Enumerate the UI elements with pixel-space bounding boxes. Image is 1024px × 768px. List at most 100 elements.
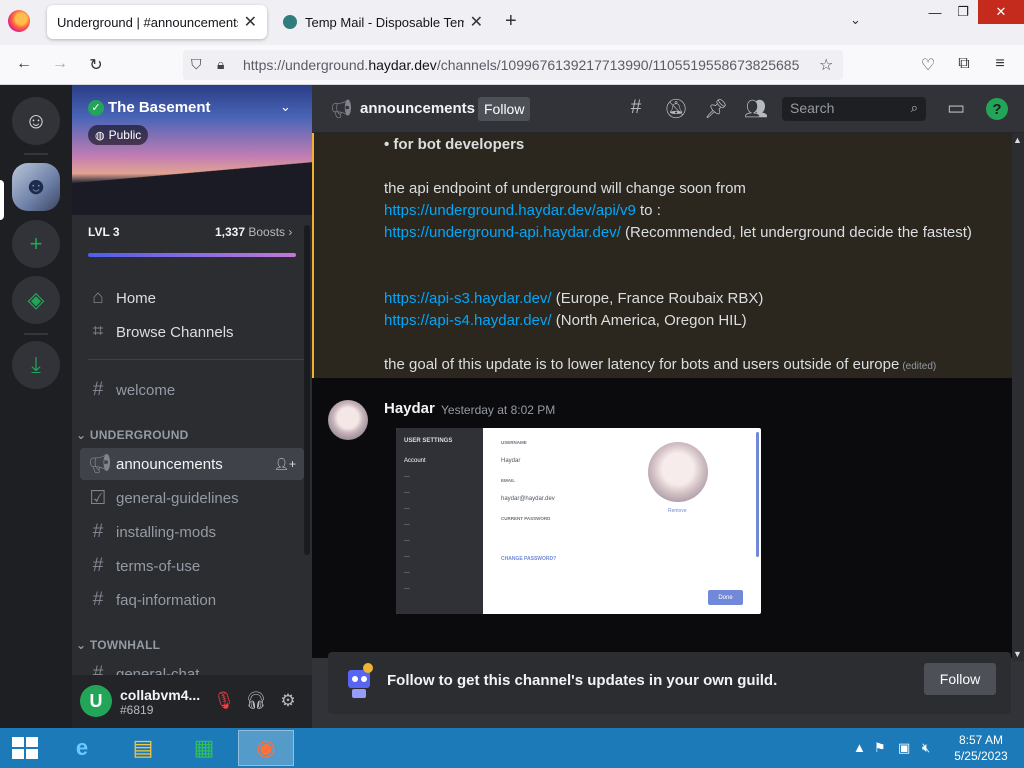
separator (24, 333, 48, 335)
follow-channel-prompt: Follow to get this channel's updates in … (328, 652, 1011, 714)
selected-indicator (0, 180, 4, 220)
firefox-taskbar-icon[interactable]: ◉ (238, 730, 294, 766)
scroll-down-icon[interactable]: ▼ (1013, 649, 1022, 659)
tab-title: Underground | #announcements | T (57, 14, 238, 30)
message-haydar: Haydar Yesterday at 8:02 PM USER SETTING… (312, 378, 1012, 658)
window-close-button[interactable]: ✕ (978, 0, 1024, 24)
browse-channels-icon: ⌗ (92, 321, 104, 342)
network-icon[interactable]: ▣ (898, 740, 910, 756)
system-clock[interactable]: 8:57 AM 5/25/2023 (946, 732, 1016, 764)
back-icon[interactable]: ← (14, 55, 34, 73)
channel-faq-information[interactable]: # faq-information (80, 584, 304, 616)
close-icon[interactable]: ✕ (244, 12, 257, 32)
channel-announcements[interactable]: 📢︎ announcements 👤︎+ (80, 448, 304, 480)
user-panel: U collabvm4... #6819 🎙︎ 🎧︎ ⚙ (72, 675, 312, 728)
boost-count[interactable]: 1,337 Boosts › (215, 225, 292, 239)
tab-underground[interactable]: Underground | #announcements | T ✕ (47, 5, 267, 39)
channel-terms-of-use[interactable]: # terms-of-use (80, 550, 304, 582)
channel-general-guidelines[interactable]: ☑ general-guidelines (80, 482, 304, 514)
windows-start-icon[interactable] (12, 737, 38, 759)
image-attachment[interactable]: USER SETTINGS Account — — — — — — — — US… (396, 428, 761, 614)
channel-scrollbar[interactable] (304, 225, 310, 555)
list-all-tabs-icon[interactable]: ⌄ (850, 12, 861, 28)
internet-explorer-icon[interactable]: e (54, 730, 110, 766)
link-na-endpoint[interactable]: https://api-s4.haydar.dev/ (384, 312, 552, 329)
reload-icon[interactable]: ↻ (86, 55, 106, 75)
close-icon[interactable]: ✕ (470, 12, 483, 32)
pocket-icon[interactable]: ♡ (918, 55, 938, 75)
add-server-icon[interactable]: + (12, 220, 60, 268)
separator (24, 153, 48, 155)
link-eu-endpoint[interactable]: https://api-s3.haydar.dev/ (384, 290, 552, 307)
follow-button[interactable]: Follow (924, 663, 996, 695)
link-old-endpoint[interactable]: https://underground.haydar.dev/api/v9 (384, 202, 636, 219)
url-text[interactable]: https://underground.haydar.dev/channels/… (243, 57, 813, 73)
discord-home-icon[interactable]: ☺ (12, 97, 60, 145)
member-list-icon[interactable]: 👥︎ (744, 97, 768, 121)
server-list: ☺ ☻ + ◈ ⤓ (0, 85, 72, 728)
settings-gear-icon[interactable]: ⚙ (277, 691, 299, 711)
store-icon[interactable]: ▦ (176, 730, 232, 766)
nav-browse-channels[interactable]: ⌗ Browse Channels (80, 316, 304, 348)
category-underground[interactable]: ⌄ UNDERGROUND (76, 428, 189, 442)
message-heading: • for bot developers (384, 136, 525, 153)
tracking-shield-icon[interactable]: ⛉ (191, 56, 202, 73)
notification-bell-muted-icon[interactable]: 🔕︎ (664, 97, 688, 121)
taskbar: e ▤ ▦ ◉ ▲ ⚑ ▣ 🔇︎ 8:57 AM 5/25/2023 (0, 728, 1024, 768)
chat-scrollbar[interactable]: ▲ ▼ (1012, 133, 1024, 661)
attachment-avatar (648, 442, 708, 502)
pin-icon[interactable]: 📌︎ (704, 97, 728, 121)
threads-icon[interactable]: # (624, 97, 648, 119)
url-bar[interactable]: ⛉ 🔒︎ https://underground.haydar.dev/chan… (183, 50, 843, 80)
file-explorer-icon[interactable]: ▤ (115, 730, 171, 766)
hash-icon: # (92, 589, 104, 610)
server-icon-the-basement[interactable]: ☻ (12, 163, 60, 211)
category-townhall[interactable]: ⌄ TOWNHALL (76, 638, 160, 652)
tab-temp-mail[interactable]: Temp Mail - Disposable Tempor ✕ (273, 5, 493, 39)
browser-tab-bar: Underground | #announcements | T ✕ Temp … (0, 0, 1024, 45)
server-name-header[interactable]: ✓ The Basement (88, 99, 211, 116)
message-timestamp: Yesterday at 8:02 PM (441, 403, 556, 417)
download-apps-icon[interactable]: ⤓ (12, 341, 60, 389)
search-icon: ⌕ (910, 100, 918, 115)
home-icon: ⌂ (92, 287, 104, 308)
nav-home[interactable]: ⌂ Home (80, 282, 304, 314)
help-icon[interactable]: ? (986, 98, 1008, 120)
megaphone-icon: 📢︎ (88, 454, 113, 475)
headphones-icon[interactable]: 🎧︎ (245, 691, 267, 711)
volume-muted-icon[interactable]: 🔇︎ (922, 740, 930, 756)
hash-icon: # (92, 379, 104, 400)
avatar[interactable]: U (80, 685, 112, 717)
verified-check-icon: ✓ (88, 99, 104, 116)
username[interactable]: collabvm4... (120, 687, 200, 703)
chevron-down-icon[interactable]: ⌄ (280, 99, 291, 115)
bookmark-star-icon[interactable]: ☆ (819, 55, 833, 75)
menu-icon[interactable]: ≡ (990, 55, 1010, 73)
header-follow-button[interactable]: Follow (478, 97, 531, 121)
announcement-message: • for bot developers the api endpoint of… (312, 133, 1012, 378)
new-tab-button[interactable]: + (505, 10, 517, 33)
search-input[interactable]: Search ⌕ (782, 97, 926, 121)
action-center-flag-icon[interactable]: ⚑ (874, 740, 886, 756)
lock-icon[interactable]: 🔒︎ (217, 56, 224, 73)
inbox-icon[interactable]: ▭ (944, 97, 968, 120)
channel-welcome[interactable]: # welcome (80, 374, 304, 406)
hash-icon: # (92, 521, 104, 542)
create-invite-icon[interactable]: 👤︎+ (274, 457, 296, 471)
mute-mic-icon[interactable]: 🎙︎ (213, 691, 235, 711)
boost-level[interactable]: LVL 3 (88, 225, 120, 239)
channel-title: announcements (360, 100, 476, 117)
forward-icon[interactable]: → (50, 55, 70, 73)
follow-prompt-text: Follow to get this channel's updates in … (387, 672, 778, 689)
extensions-icon[interactable]: ⧉ (954, 55, 974, 73)
message-author[interactable]: Haydar (384, 400, 435, 417)
link-new-endpoint[interactable]: https://underground-api.haydar.dev/ (384, 224, 621, 241)
scroll-up-icon[interactable]: ▲ (1013, 135, 1022, 145)
user-tag: #6819 (120, 703, 154, 717)
channel-installing-mods[interactable]: # installing-mods (80, 516, 304, 548)
explore-compass-icon[interactable]: ◈ (12, 276, 60, 324)
rules-checkbox-icon: ☑ (89, 487, 107, 509)
avatar[interactable] (328, 400, 368, 440)
show-hidden-icons[interactable]: ▲ (853, 740, 866, 755)
hash-icon: # (92, 555, 104, 576)
